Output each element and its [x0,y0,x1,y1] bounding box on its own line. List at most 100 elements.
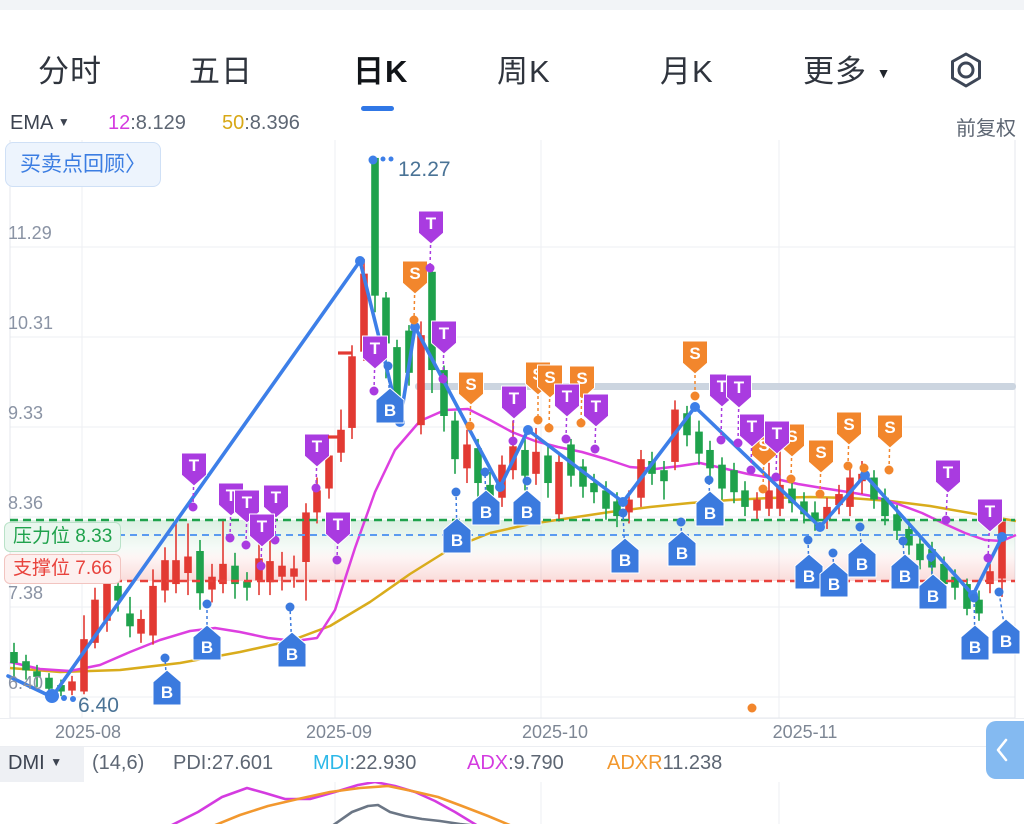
svg-text:B: B [803,567,815,586]
svg-text:S: S [815,443,826,462]
sell-badge: S [458,371,484,431]
candle [463,429,471,484]
x-axis-label: 2025-08 [54,722,122,742]
svg-text:B: B [161,683,173,702]
zigzag-node [815,522,825,532]
chevron-down-icon: ▼ [876,65,892,81]
blue-dot-marker [368,155,378,165]
x-axis-label: 2025-09 [305,722,373,742]
adx-readout: ADX:9.790 [467,752,564,774]
svg-text:B: B [201,638,213,657]
dmi-selector[interactable]: DMI ▼ [8,752,62,775]
candle [706,440,714,480]
tab-minute[interactable]: 分时 [38,46,102,91]
svg-text:S: S [884,418,895,437]
pressure-level-label: 压力位 8.33 [4,522,122,552]
price-adjust-mode[interactable]: 前复权 [956,112,1016,141]
svg-text:T: T [747,417,758,436]
ema50-readout: 50:8.396 [222,112,300,134]
y-axis-label: 9.33 [8,403,43,423]
mdi-readout: MDI:22.930 [313,752,417,774]
pdi-readout: PDI:27.601 [173,752,274,774]
svg-text:T: T [591,397,602,416]
orange-dot-marker [747,703,757,713]
settings-button[interactable] [944,50,988,94]
selected-tab-underline [361,106,394,111]
ema12-readout: 12:8.129 [108,112,186,134]
svg-text:S: S [544,368,555,387]
svg-text:T: T [772,424,783,443]
price-annotation: 12.27 [398,158,451,181]
svg-text:B: B [856,555,868,574]
zigzag-node [690,402,700,412]
buy-badge: B [991,587,1021,655]
blue-dot-marker [380,156,386,162]
gear-icon [951,52,981,88]
dmi-adx-line [171,782,478,824]
dmi-params: (14,6) [92,752,145,774]
svg-text:S: S [843,415,854,434]
svg-text:S: S [689,344,700,363]
chevron-left-icon [996,738,1008,762]
sell-badge: S [682,340,708,401]
candle [741,481,749,517]
candlestick-chart[interactable]: BBBBBBBBBBBBBBBBBSSSSSSSSSSSTTTTTTTTTTTT… [0,140,1024,722]
candle [302,503,310,601]
tab-monthly-k[interactable]: 月K [660,46,714,91]
tab-more-menu[interactable]: 更多 ▼ [803,46,891,91]
svg-text:B: B [828,575,840,594]
svg-text:B: B [286,645,298,664]
svg-text:T: T [242,493,253,512]
svg-text:B: B [1000,632,1012,651]
candle [555,451,563,522]
candle [544,444,552,498]
candle [371,157,379,313]
divider [0,718,1024,719]
take-profit-badge: T [935,459,961,525]
tab-five-day[interactable]: 五日 [189,46,253,91]
indicator-selector[interactable]: EMA ▼ [10,112,70,135]
candle [753,492,761,520]
svg-text:B: B [384,401,396,420]
zigzag-node [997,532,1007,542]
y-axis-label: 8.36 [8,493,43,513]
candle [137,609,145,643]
svg-text:B: B [969,638,981,657]
x-axis-label: 2025-11 [772,722,838,742]
sell-badge: S [877,414,903,475]
buy-badge: B [277,602,307,668]
sell-badge: S [402,260,428,325]
tab-daily-k[interactable]: 日K [353,46,408,91]
x-axis: 2025-08 2025-09 2025-10 2025-11 [0,722,1024,748]
stock-chart-app: 分时 五日 日K 周K 月K 更多 ▼ EMA ▼ 12:8.129 50:8.… [0,0,1024,824]
svg-text:T: T [257,517,268,536]
candle [718,457,726,500]
svg-text:B: B [480,503,492,522]
chevron-down-icon: ▼ [57,115,70,129]
dmi-indicator-bar: DMI ▼ (14,6) PDI:27.601 MDI:22.930 ADX:9… [0,747,1024,782]
x-axis-label: 2025-10 [521,722,589,742]
svg-text:B: B [451,531,463,550]
svg-text:S: S [409,264,420,283]
svg-text:B: B [521,503,533,522]
dmi-chart[interactable] [0,782,1024,824]
collapse-panel-button[interactable] [986,721,1024,779]
candle [126,596,134,638]
period-tabbar: 分时 五日 日K 周K 月K 更多 ▼ [0,10,1024,111]
sell-badge: S [836,411,862,471]
svg-text:T: T [271,488,282,507]
candle [451,411,459,474]
svg-text:B: B [619,551,631,570]
trade-point-review-button[interactable]: 买卖点回顾〉 [5,142,161,187]
svg-text:T: T [370,339,381,358]
svg-text:T: T [509,389,520,408]
support-level-label: 支撑位 7.66 [4,554,122,584]
zigzag-node [618,497,628,507]
tab-weekly-k[interactable]: 周K [497,46,551,91]
y-axis-label: 10.31 [8,313,53,333]
blue-dot-marker [70,696,76,702]
svg-text:B: B [927,587,939,606]
svg-text:T: T [943,463,954,482]
price-annotation: 6.40 [78,694,119,717]
take-profit-badge: T [554,383,580,444]
